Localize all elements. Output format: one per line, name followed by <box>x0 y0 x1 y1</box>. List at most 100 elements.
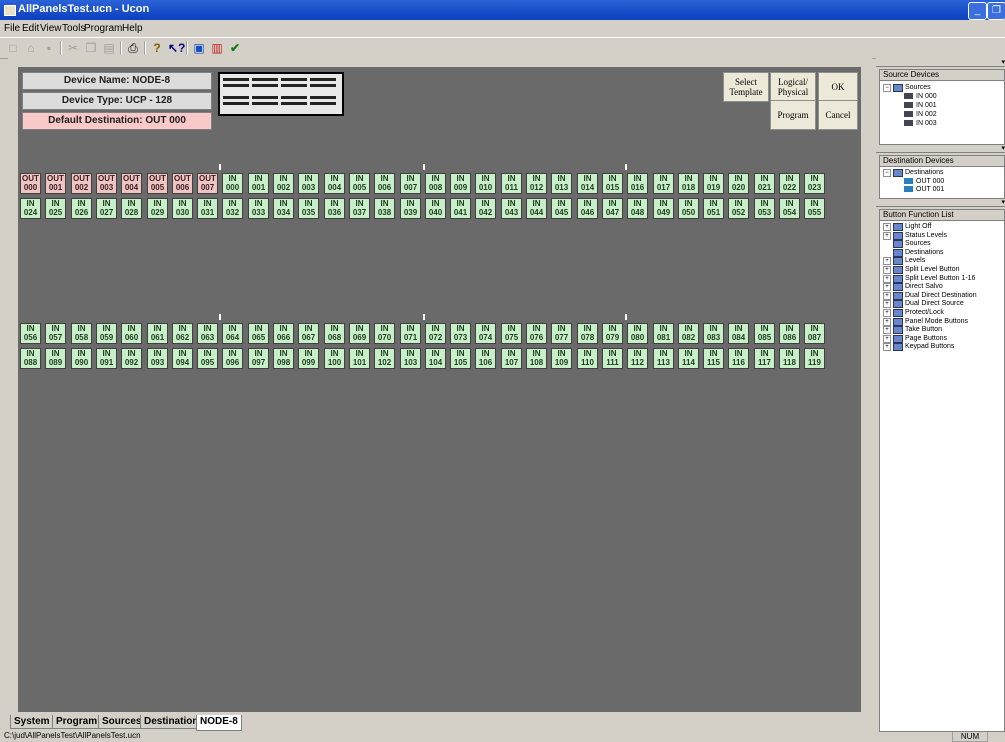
panel-button[interactable]: IN 072 <box>425 323 446 344</box>
panel-button[interactable]: IN 111 <box>602 348 623 369</box>
menu-view[interactable]: View <box>40 23 62 34</box>
panel-button[interactable]: IN 096 <box>222 348 243 369</box>
function-list-item[interactable]: Sources <box>883 240 931 249</box>
panel-button[interactable]: IN 112 <box>627 348 648 369</box>
panel-button[interactable]: OUT 004 <box>121 173 142 194</box>
program-button[interactable]: Program <box>770 100 816 130</box>
paste-icon[interactable]: ▤ <box>102 41 116 55</box>
panel-button[interactable]: IN 033 <box>248 198 269 219</box>
panel-button[interactable]: IN 020 <box>728 173 749 194</box>
save-icon[interactable]: ▪ <box>42 41 56 55</box>
panel-button[interactable]: IN 031 <box>197 198 218 219</box>
tree-destination-item[interactable]: OUT 001 <box>904 186 944 194</box>
function-list-item[interactable]: + Status Levels <box>883 231 947 240</box>
panel-button[interactable]: IN 067 <box>298 323 319 344</box>
panel-button[interactable]: IN 034 <box>273 198 294 219</box>
panel-button[interactable]: IN 035 <box>298 198 319 219</box>
logical-physical-button[interactable]: Logical/ Physical <box>770 72 816 102</box>
panel-button[interactable]: IN 075 <box>501 323 522 344</box>
panel-button[interactable]: IN 022 <box>779 173 800 194</box>
panel-button[interactable]: IN 001 <box>248 173 269 194</box>
panel-button[interactable]: IN 025 <box>45 198 66 219</box>
panel-button[interactable]: IN 085 <box>754 323 775 344</box>
expand-icon[interactable]: + <box>883 309 891 317</box>
panel-button[interactable]: IN 055 <box>804 198 825 219</box>
panel-button[interactable]: IN 005 <box>349 173 370 194</box>
function-list-item[interactable]: + Panel Mode Buttons <box>883 317 968 326</box>
device-icon[interactable]: ▣ <box>192 41 206 55</box>
panel-button[interactable]: IN 095 <box>197 348 218 369</box>
panel-button[interactable]: IN 061 <box>147 323 168 344</box>
function-list-item[interactable]: + Light Off <box>883 223 931 231</box>
panel-button[interactable]: IN 082 <box>678 323 699 344</box>
panel-button[interactable]: IN 018 <box>678 173 699 194</box>
panel-button[interactable]: IN 038 <box>374 198 395 219</box>
tree-source-item[interactable]: IN 001 <box>904 102 937 110</box>
panel-button[interactable]: IN 059 <box>96 323 117 344</box>
expand-icon[interactable]: + <box>883 343 891 352</box>
function-list-item[interactable]: + Take Button <box>883 326 942 335</box>
panel-button[interactable]: IN 052 <box>728 198 749 219</box>
menu-program[interactable]: Program <box>84 23 122 34</box>
panel-button[interactable]: IN 006 <box>374 173 395 194</box>
function-list-item[interactable]: + Protect/Lock <box>883 309 944 317</box>
cut-icon[interactable]: ✂ <box>66 41 80 55</box>
panel-button[interactable]: IN 103 <box>400 348 421 369</box>
panel-button[interactable]: IN 015 <box>602 173 623 194</box>
pane-splitter[interactable]: ▾ <box>876 58 1005 67</box>
panel-button[interactable]: IN 007 <box>400 173 421 194</box>
panel-button[interactable]: IN 070 <box>374 323 395 344</box>
panel-button[interactable]: IN 093 <box>147 348 168 369</box>
panel-button[interactable]: IN 058 <box>71 323 92 344</box>
panel-button[interactable]: IN 076 <box>526 323 547 344</box>
expand-icon[interactable]: + <box>883 317 891 326</box>
panel-button[interactable]: IN 118 <box>779 348 800 369</box>
panel-button[interactable]: IN 101 <box>349 348 370 369</box>
panel-button[interactable]: OUT 003 <box>96 173 117 194</box>
panel-button[interactable]: IN 064 <box>222 323 243 344</box>
panel-button[interactable]: IN 036 <box>324 198 345 219</box>
tab-node-8[interactable]: NODE-8 <box>196 715 242 731</box>
panel-button[interactable]: IN 050 <box>678 198 699 219</box>
panel-button[interactable]: IN 084 <box>728 323 749 344</box>
panel-button[interactable]: IN 091 <box>96 348 117 369</box>
panel-button[interactable]: IN 083 <box>703 323 724 344</box>
panel-button[interactable]: IN 088 <box>20 348 41 369</box>
tree-destination-item[interactable]: OUT 000 <box>904 178 944 186</box>
expand-icon[interactable]: + <box>883 291 891 300</box>
panel-button[interactable]: IN 110 <box>577 348 598 369</box>
panel-button[interactable]: IN 028 <box>121 198 142 219</box>
panel-button[interactable]: IN 078 <box>577 323 598 344</box>
expand-icon[interactable]: + <box>883 274 891 283</box>
panel-button[interactable]: IN 069 <box>349 323 370 344</box>
function-list-item[interactable]: + Dual Direct Destination <box>883 291 977 300</box>
panel-button[interactable]: IN 009 <box>450 173 471 194</box>
panel-button[interactable]: IN 092 <box>121 348 142 369</box>
expand-icon[interactable]: + <box>883 300 891 309</box>
panel-button[interactable]: IN 108 <box>526 348 547 369</box>
panel-button[interactable]: IN 037 <box>349 198 370 219</box>
panel-button[interactable]: IN 081 <box>653 323 674 344</box>
panel-button[interactable]: IN 021 <box>754 173 775 194</box>
panel-button[interactable]: IN 094 <box>172 348 193 369</box>
panel-button[interactable]: IN 071 <box>400 323 421 344</box>
panel-button[interactable]: IN 114 <box>678 348 699 369</box>
expand-icon[interactable]: + <box>883 334 891 343</box>
menu-tools[interactable]: Tools <box>62 23 85 34</box>
panel-button[interactable]: IN 039 <box>400 198 421 219</box>
new-icon[interactable]: □ <box>6 41 20 55</box>
tab-program[interactable]: Program <box>52 715 102 729</box>
panel-button[interactable]: IN 102 <box>374 348 395 369</box>
panel-button[interactable]: OUT 006 <box>172 173 193 194</box>
panel-button[interactable]: IN 057 <box>45 323 66 344</box>
panel-button[interactable]: IN 002 <box>273 173 294 194</box>
panel-button[interactable]: OUT 007 <box>197 173 218 194</box>
panel-button[interactable]: IN 097 <box>248 348 269 369</box>
panel-button[interactable]: OUT 005 <box>147 173 168 194</box>
function-list-item[interactable]: + Split Level Button <box>883 266 959 274</box>
minimize-button[interactable]: _ <box>968 2 987 20</box>
expand-icon[interactable]: + <box>883 257 891 266</box>
panel-button[interactable]: IN 042 <box>475 198 496 219</box>
function-list-item[interactable]: + Dual Direct Source <box>883 300 964 309</box>
panel-button[interactable]: OUT 001 <box>45 173 66 194</box>
